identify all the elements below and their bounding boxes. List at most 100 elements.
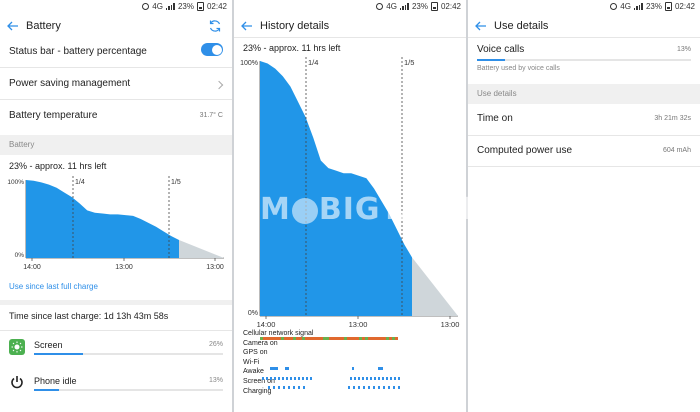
back-button[interactable] — [234, 14, 260, 38]
cellular-signal-segment — [392, 337, 395, 340]
cellular-signal-segment — [350, 337, 353, 340]
screen-on-segment — [378, 386, 380, 389]
cellular-signal-segment — [344, 337, 347, 340]
screen-on-segment — [303, 386, 305, 389]
awake-segment — [354, 377, 356, 380]
cellular-signal-segment — [290, 337, 293, 340]
cellular-signal-segment — [329, 337, 332, 340]
cellular-signal-segment — [302, 337, 305, 340]
section-header: Use details — [468, 84, 700, 104]
time-on-value: 3h 21m 32s — [654, 115, 691, 122]
cellular-signal-segment — [275, 337, 278, 340]
page-title: Battery — [26, 20, 61, 32]
awake-segment — [282, 377, 284, 380]
screen-on-segment — [363, 386, 365, 389]
divider — [0, 67, 232, 68]
date-marker-label: 1/5 — [171, 179, 181, 186]
clock: 02:42 — [674, 2, 695, 11]
battery-estimate: 23% - approx. 11 hrs left — [9, 161, 107, 171]
date-marker-label: 1/4 — [75, 179, 85, 186]
awake-segment — [350, 377, 352, 380]
screen-on-segment — [278, 386, 280, 389]
signal-icon — [399, 3, 409, 10]
voice-calls-subtext: Battery used by voice calls — [477, 65, 560, 72]
status-bar-percentage-row[interactable]: Status bar - battery percentage — [0, 46, 232, 60]
usage-label-phone-idle[interactable]: Phone idle — [34, 376, 77, 386]
screen-on-segment — [393, 386, 395, 389]
battery-percentage-toggle[interactable] — [201, 43, 223, 56]
awake-segment — [378, 377, 380, 380]
cellular-signal-segment — [362, 337, 365, 340]
awake-segment — [274, 377, 276, 380]
voice-calls-percent: 13% — [676, 46, 691, 53]
screen-on-segment — [283, 386, 285, 389]
awake-segment — [386, 377, 388, 380]
app-bar: Use details — [468, 14, 700, 38]
cellular-signal-segment — [395, 337, 398, 340]
cellular-signal-segment — [269, 337, 272, 340]
cellular-signal-segment — [314, 337, 317, 340]
battery-percent: 23% — [177, 2, 194, 11]
page-title: Use details — [494, 20, 549, 32]
awake-segment — [310, 377, 312, 380]
screen-on-segment — [273, 386, 275, 389]
cellular-signal-segment — [308, 337, 311, 340]
arrow-left-icon — [241, 21, 252, 31]
cellular-signal-segment — [347, 337, 350, 340]
network-type: 4G — [620, 2, 631, 11]
back-button[interactable] — [0, 14, 26, 38]
cellular-signal-segment — [359, 337, 362, 340]
signal-icon — [633, 3, 643, 10]
x-tick-label: 13:00 — [441, 320, 460, 329]
use-details-panel: 4G 23% 02:42 Use details Voice calls 13%… — [468, 0, 700, 412]
row-label: Status bar - battery percentage — [9, 46, 147, 57]
divider — [468, 166, 700, 167]
computed-power-label: Computed power use — [477, 145, 573, 156]
power-icon — [9, 374, 25, 390]
x-tick-label: 13:00 — [115, 264, 133, 271]
cellular-signal-segment — [368, 337, 371, 340]
signal-icon — [165, 3, 175, 10]
cellular-signal-segment — [371, 337, 374, 340]
voice-calls-bar — [477, 59, 691, 61]
power-saving-row[interactable]: Power saving management — [0, 78, 232, 92]
back-button[interactable] — [468, 14, 494, 38]
signal-label: Wi-Fi — [243, 358, 260, 366]
cellular-signal-segment — [311, 337, 314, 340]
arrow-left-icon — [7, 21, 18, 31]
use-since-full-charge-link[interactable]: Use since last full charge — [9, 282, 98, 291]
battery-percent: 23% — [411, 2, 428, 11]
x-tick-label: 14:00 — [257, 320, 276, 329]
cellular-signal-segment — [332, 337, 335, 340]
arrow-left-icon — [475, 21, 486, 31]
awake-segment — [382, 377, 384, 380]
signal-strips — [260, 337, 400, 389]
cellular-signal-segment — [335, 337, 338, 340]
battery-temperature-row: Battery temperature 31.7° C — [0, 110, 232, 124]
time-on-label: Time on — [477, 113, 513, 124]
battery-estimate: 23% - approx. 11 hrs left — [243, 43, 341, 53]
usage-label-screen[interactable]: Screen — [34, 340, 63, 350]
cellular-signal-segment — [374, 337, 377, 340]
screen-on-segment — [348, 386, 350, 389]
battery-chart[interactable]: 1/4 1/5 100% 0% 14:00 13:00 13:00 — [6, 173, 226, 275]
usage-bar-phone-idle — [34, 389, 223, 391]
battery-level-area — [260, 61, 412, 316]
refresh-button[interactable] — [206, 17, 224, 35]
awake-segment — [286, 377, 288, 380]
wifi-segment — [285, 367, 289, 370]
divider — [0, 99, 232, 100]
awake-segment — [262, 377, 264, 380]
screen-on-segment — [358, 386, 360, 389]
x-tick-label: 14:00 — [23, 264, 41, 271]
cellular-signal-segment — [266, 337, 269, 340]
usage-bar-fill — [477, 59, 505, 61]
status-bar: 4G 23% 02:42 — [0, 0, 232, 14]
history-chart[interactable]: 1/4 1/5 100% 0% 14:00 13:00 13:00 — [240, 56, 462, 332]
battery-panel: 4G 23% 02:42 Battery Status bar - batter… — [0, 0, 232, 412]
screen-on-segment — [398, 386, 400, 389]
cellular-signal-segment — [389, 337, 392, 340]
battery-icon — [430, 2, 438, 11]
x-tick-label: 13:00 — [349, 320, 368, 329]
cellular-signal-segment — [272, 337, 275, 340]
